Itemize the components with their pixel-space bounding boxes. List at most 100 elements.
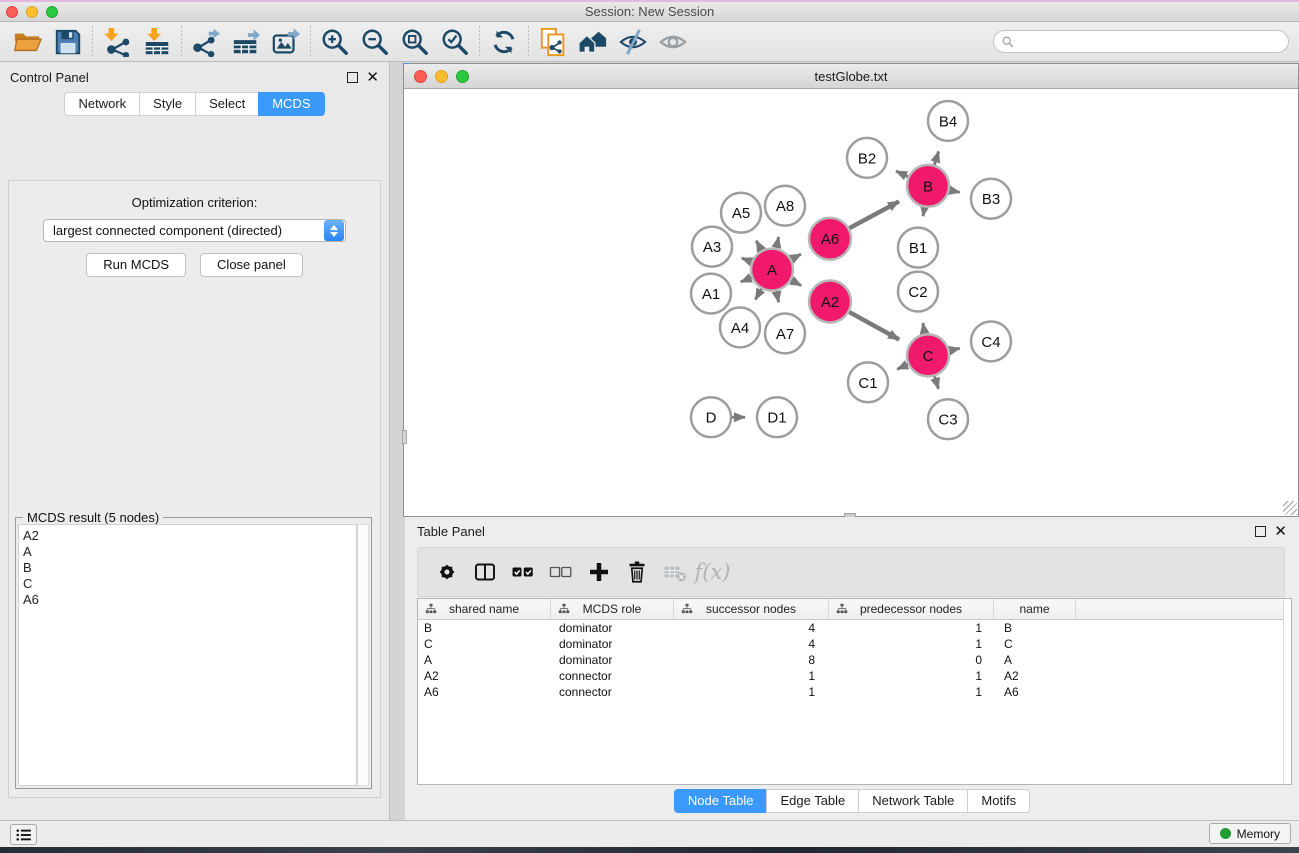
graph-node-A4[interactable]: A4 [720, 307, 760, 347]
edge-A-A5[interactable] [756, 241, 761, 251]
table-cell[interactable]: 1 [829, 620, 994, 636]
table-cell[interactable]: A2 [994, 668, 1076, 684]
edge-A-A3[interactable] [742, 258, 752, 262]
memory-button[interactable]: Memory [1209, 823, 1291, 844]
table-cell[interactable]: dominator [551, 636, 674, 652]
graph-node-B[interactable]: B [907, 165, 949, 207]
table-cell[interactable]: 4 [674, 636, 829, 652]
edge-A-A1[interactable] [741, 278, 752, 282]
graph-node-B1[interactable]: B1 [898, 228, 938, 268]
table-cell[interactable]: C [418, 636, 551, 652]
search-input[interactable] [1015, 32, 1288, 51]
graph-node-C3[interactable]: C3 [928, 399, 968, 439]
show-column-button[interactable] [468, 552, 501, 592]
table-cell[interactable]: C [994, 636, 1076, 652]
tab-network[interactable]: Network [64, 92, 139, 116]
table-cell[interactable]: 1 [674, 668, 829, 684]
table-cell[interactable]: 1 [829, 668, 994, 684]
graph-node-B4[interactable]: B4 [928, 101, 968, 141]
tab-network-table[interactable]: Network Table [858, 789, 967, 813]
table-cell[interactable]: A [418, 652, 551, 668]
graph-node-C[interactable]: C [907, 334, 949, 376]
export-network-button[interactable] [186, 24, 226, 60]
graph-node-D1[interactable]: D1 [757, 397, 797, 437]
result-list-item[interactable]: B [23, 560, 356, 576]
table-cell[interactable]: 0 [829, 652, 994, 668]
edge-B-B4[interactable] [934, 151, 938, 164]
edge-A-A2[interactable] [791, 280, 801, 285]
table-cell[interactable]: connector [551, 668, 674, 684]
result-scrollbar[interactable] [357, 524, 369, 786]
graph-node-C4[interactable]: C4 [971, 321, 1011, 361]
graph-node-A3[interactable]: A3 [692, 227, 732, 267]
table-cell[interactable]: 1 [829, 684, 994, 700]
column-header-predecessor-nodes[interactable]: predecessor nodes [829, 599, 994, 619]
delete-column-button[interactable] [620, 552, 653, 592]
column-header-successor-nodes[interactable]: successor nodes [674, 599, 829, 619]
table-cell[interactable]: B [994, 620, 1076, 636]
edge-A2-C[interactable] [849, 312, 899, 339]
table-scrollbar[interactable] [1283, 599, 1291, 784]
zoom-out-button[interactable] [355, 24, 395, 60]
graph-node-A7[interactable]: A7 [765, 313, 805, 353]
edge-C-C4[interactable] [949, 348, 959, 350]
run-mcds-button[interactable]: Run MCDS [86, 253, 186, 277]
graph-node-B3[interactable]: B3 [971, 179, 1011, 219]
network-from-selection-button[interactable] [533, 24, 573, 60]
edge-A-A8[interactable] [776, 237, 778, 248]
table-cell[interactable]: 4 [674, 620, 829, 636]
tab-style[interactable]: Style [139, 92, 195, 116]
open-session-button[interactable] [8, 24, 48, 60]
select-all-columns-button[interactable] [506, 552, 539, 592]
tab-motifs[interactable]: Motifs [967, 789, 1030, 813]
zoom-in-button[interactable] [315, 24, 355, 60]
hide-selected-button[interactable] [613, 24, 653, 60]
zoom-fit-button[interactable] [395, 24, 435, 60]
table-cell[interactable]: A2 [418, 668, 551, 684]
add-column-button[interactable] [582, 552, 615, 592]
graph-node-A[interactable]: A [751, 249, 793, 291]
edge-C-C1[interactable] [897, 364, 908, 369]
result-list-item[interactable]: A2 [23, 528, 356, 544]
zoom-selected-button[interactable] [435, 24, 475, 60]
edge-A-A6[interactable] [791, 254, 800, 259]
show-all-button[interactable] [653, 24, 693, 60]
table-cell[interactable]: connector [551, 684, 674, 700]
graph-node-A8[interactable]: A8 [765, 186, 805, 226]
table-row[interactable]: Adominator80A [418, 652, 1283, 668]
close-panel-icon[interactable]: ✕ [366, 72, 379, 83]
float-panel-icon[interactable] [347, 72, 358, 83]
table-cell[interactable]: A [994, 652, 1076, 668]
network-canvas[interactable]: A5A8A3A1A4A7AA6A2B2B4BB3B1C2C4CC1C3DD1 [404, 89, 1298, 516]
edge-B-B1[interactable] [923, 207, 924, 216]
table-cell[interactable]: dominator [551, 620, 674, 636]
task-history-button[interactable] [10, 824, 37, 845]
table-cell[interactable]: B [418, 620, 551, 636]
search-box[interactable] [993, 30, 1289, 53]
table-row[interactable]: Cdominator41C [418, 636, 1283, 652]
tab-mcds[interactable]: MCDS [258, 92, 324, 116]
criterion-dropdown[interactable]: largest connected component (directed) [43, 219, 346, 242]
edge-B-B2[interactable] [896, 171, 908, 176]
graph-node-B2[interactable]: B2 [847, 138, 887, 178]
tab-edge-table[interactable]: Edge Table [766, 789, 858, 813]
network-window-titlebar[interactable]: testGlobe.txt [404, 64, 1298, 89]
import-table-button[interactable] [137, 24, 177, 60]
table-cell[interactable]: 1 [829, 636, 994, 652]
table-row[interactable]: A2connector11A2 [418, 668, 1283, 684]
result-list-item[interactable]: C [23, 576, 356, 592]
first-neighbors-button[interactable] [573, 24, 613, 60]
graph-node-A5[interactable]: A5 [721, 193, 761, 233]
graph-node-C1[interactable]: C1 [848, 362, 888, 402]
import-network-button[interactable] [97, 24, 137, 60]
graph-node-A2[interactable]: A2 [809, 281, 851, 323]
table-float-icon[interactable] [1255, 526, 1266, 537]
graph-node-A6[interactable]: A6 [809, 218, 851, 260]
edge-A-A4[interactable] [755, 289, 761, 300]
edge-B-B3[interactable] [950, 190, 960, 192]
export-table-button[interactable] [226, 24, 266, 60]
edge-A6-B[interactable] [849, 201, 899, 228]
edge-C-C2[interactable] [923, 323, 925, 334]
unselect-all-columns-button[interactable] [544, 552, 577, 592]
table-row[interactable]: A6connector11A6 [418, 684, 1283, 700]
